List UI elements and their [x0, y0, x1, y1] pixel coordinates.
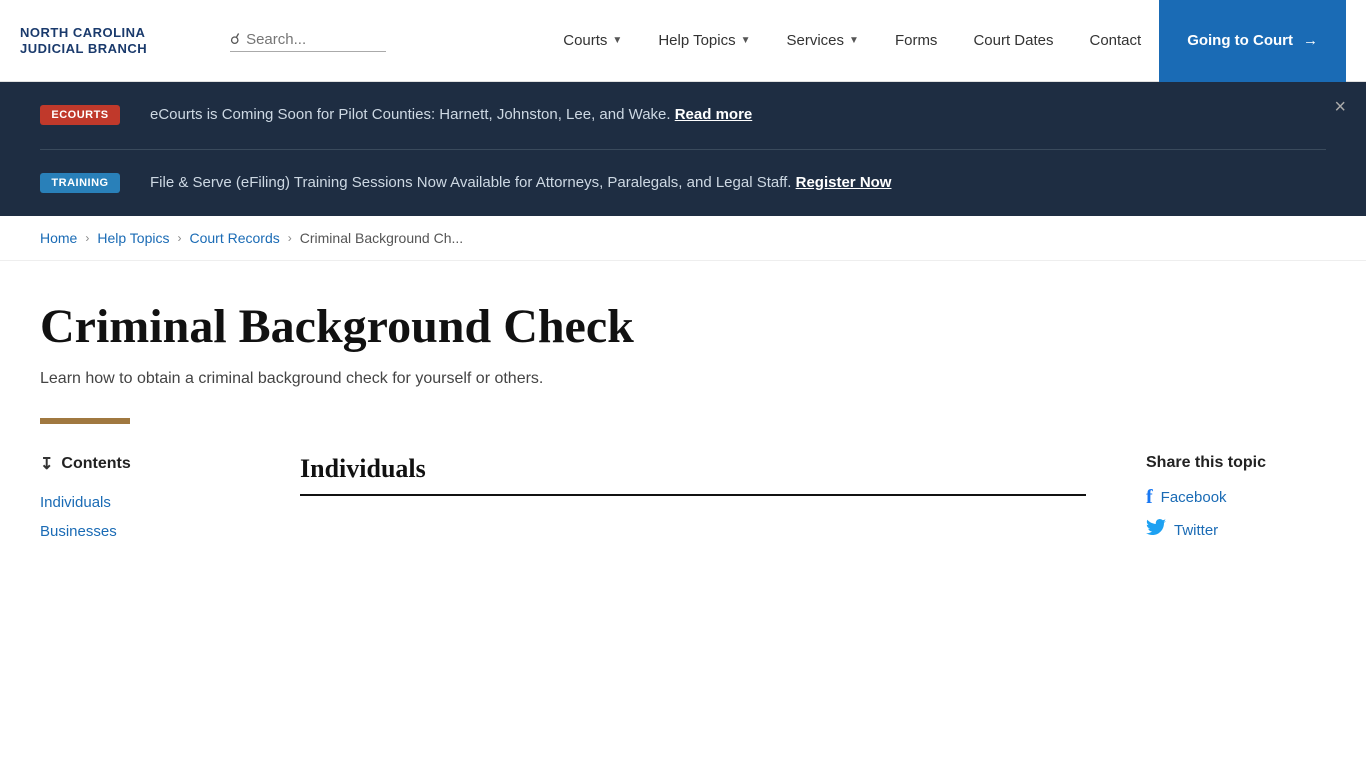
site-logo[interactable]: NORTH CAROLINA JUDICIAL BRANCH — [20, 25, 220, 56]
breadcrumb-current: Criminal Background Ch... — [300, 230, 463, 246]
contents-arrow-icon: ↧ — [40, 454, 53, 474]
content-layout: ↧ Contents Individuals Businesses Indivi… — [40, 454, 1326, 552]
chevron-down-icon: ▼ — [612, 35, 622, 46]
twitter-icon — [1146, 519, 1166, 542]
sidebar-link-businesses[interactable]: Businesses — [40, 519, 240, 544]
breadcrumb-sep-1: › — [85, 231, 89, 245]
section-title-individuals: Individuals — [300, 454, 1086, 484]
nav-item-courts[interactable]: Courts ▼ — [545, 0, 640, 82]
decorative-gold-bar — [40, 418, 130, 424]
nav-item-help-topics[interactable]: Help Topics ▼ — [640, 0, 768, 82]
nav-item-services[interactable]: Services ▼ — [769, 0, 877, 82]
search-icon: ☌ — [230, 30, 240, 49]
search-area[interactable]: ☌ — [230, 30, 386, 52]
twitter-link[interactable]: Twitter — [1174, 522, 1218, 539]
ecourts-badge: ECOURTS — [40, 105, 120, 125]
section-divider — [300, 494, 1086, 496]
contents-header: ↧ Contents — [40, 454, 240, 474]
ecourts-read-more-link[interactable]: Read more — [675, 106, 753, 123]
page-subtitle: Learn how to obtain a criminal backgroun… — [40, 370, 1326, 388]
logo-line1: NORTH CAROLINA — [20, 25, 220, 41]
breadcrumb-sep-2: › — [177, 231, 181, 245]
nav-item-court-dates[interactable]: Court Dates — [955, 0, 1071, 82]
ecourts-text: eCourts is Coming Soon for Pilot Countie… — [150, 104, 752, 127]
banner-row-training: TRAINING File & Serve (eFiling) Training… — [40, 150, 1326, 217]
breadcrumb-help-topics[interactable]: Help Topics — [97, 230, 169, 246]
share-title: Share this topic — [1146, 454, 1326, 472]
share-facebook: f Facebook — [1146, 486, 1326, 509]
breadcrumb: Home › Help Topics › Court Records › Cri… — [0, 216, 1366, 261]
close-banner-button[interactable]: × — [1334, 97, 1346, 117]
nav-item-contact[interactable]: Contact — [1071, 0, 1159, 82]
chevron-down-icon: ▼ — [741, 35, 751, 46]
chevron-down-icon: ▼ — [849, 35, 859, 46]
training-register-link[interactable]: Register Now — [796, 174, 892, 191]
page-title: Criminal Background Check — [40, 301, 1326, 354]
training-text: File & Serve (eFiling) Training Sessions… — [150, 172, 891, 195]
main-content: Criminal Background Check Learn how to o… — [0, 261, 1366, 592]
breadcrumb-home[interactable]: Home — [40, 230, 77, 246]
facebook-link[interactable]: Facebook — [1161, 489, 1227, 506]
going-to-court-cta[interactable]: Going to Court → — [1159, 0, 1346, 82]
breadcrumb-sep-3: › — [288, 231, 292, 245]
search-input[interactable] — [246, 31, 386, 48]
banner-row-ecourts: ECOURTS eCourts is Coming Soon for Pilot… — [40, 82, 1326, 150]
article-content: Individuals — [300, 454, 1086, 516]
share-twitter: Twitter — [1146, 519, 1326, 542]
logo-line2: JUDICIAL BRANCH — [20, 41, 220, 57]
share-sidebar: Share this topic f Facebook Twitter — [1146, 454, 1326, 552]
nav-item-forms[interactable]: Forms — [877, 0, 956, 82]
sidebar-link-individuals[interactable]: Individuals — [40, 490, 240, 515]
breadcrumb-court-records[interactable]: Court Records — [189, 230, 279, 246]
main-nav: Courts ▼ Help Topics ▼ Services ▼ Forms … — [545, 0, 1346, 82]
training-badge: TRAINING — [40, 173, 120, 193]
site-header: NORTH CAROLINA JUDICIAL BRANCH ☌ Courts … — [0, 0, 1366, 82]
contents-sidebar: ↧ Contents Individuals Businesses — [40, 454, 240, 548]
facebook-icon: f — [1146, 486, 1153, 509]
contents-label: Contents — [61, 455, 130, 473]
announcement-banner: × ECOURTS eCourts is Coming Soon for Pil… — [0, 82, 1366, 216]
